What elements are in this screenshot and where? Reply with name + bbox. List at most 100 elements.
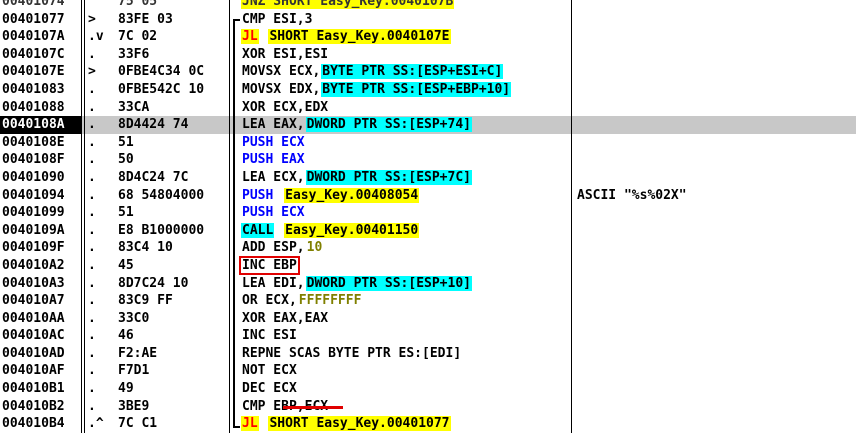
column-divider — [84, 362, 85, 381]
disasm-row[interactable]: 0040107C. 33F6 XOR ESI,ESI — [0, 45, 856, 64]
disasm-row[interactable]: 00401099. 51 PUSH ECX — [0, 204, 856, 222]
flow-marker: . — [88, 275, 104, 291]
instruction-segment: BYTE PTR SS:[ESP+EBP+10] — [321, 81, 512, 97]
column-divider — [84, 98, 85, 117]
disasm-row[interactable]: 00401094. 68 54804000 PUSH Easy_Key.00408… — [0, 186, 856, 205]
disasm-row[interactable]: 004010B2. 3BE9CMP EBP,ECX — [0, 397, 856, 416]
address-cell: 00401090 — [2, 169, 65, 185]
instruction-segment: CMP ESI,3 — [242, 11, 313, 27]
hex-dump-cell: 0FBE4C34 0C — [118, 64, 205, 80]
instruction-segment: SHORT Easy_Key.0040107E — [268, 29, 451, 45]
hex-dump-cell: 83FE 03 — [118, 11, 173, 27]
instruction-segment: PUSH — [242, 187, 274, 203]
disasm-row[interactable]: 00401083. 0FBE542C 10 MOVSX EDX, BYTE PTR … — [0, 80, 856, 99]
column-divider — [84, 309, 85, 328]
column-divider — [81, 116, 82, 134]
disasm-row[interactable]: 004010A3. 8D7C24 10 LEA EDI, DWORD PTR SS:… — [0, 274, 856, 293]
disasm-row[interactable]: 004010A7. 83C9 FF OR ECX, FFFFFFFF — [0, 292, 856, 310]
column-divider — [571, 10, 572, 29]
column-divider — [571, 397, 572, 416]
column-divider — [81, 256, 82, 275]
instruction-cell: LEA ECX, DWORD PTR SS:[ESP+7C] — [241, 169, 571, 187]
instruction-cell: LEA EAX, DWORD PTR SS:[ESP+74] — [241, 116, 571, 134]
column-divider — [81, 28, 82, 46]
disasm-row[interactable]: 004010B4 .^ 7C C1 JL SHORT Easy_Key.0040107… — [0, 415, 856, 433]
address-cell: 004010B1 — [2, 381, 65, 397]
column-divider — [229, 239, 230, 257]
disasm-row[interactable]: 004010AF. F7D1 NOT ECX — [0, 362, 856, 381]
disasm-row[interactable]: 00401090. 8D4C24 7C LEA ECX, DWORD PTR SS:… — [0, 168, 856, 187]
column-divider — [81, 327, 82, 345]
column-divider — [84, 221, 85, 240]
disasm-row[interactable]: 0040108F. 50 PUSH EAX — [0, 151, 856, 169]
disasm-row[interactable]: 0040109F. 83C4 10 ADD ESP, 10 — [0, 239, 856, 257]
flow-marker: .v — [88, 29, 104, 45]
instruction-segment: Easy_Key.00401150 — [284, 222, 420, 238]
column-divider — [571, 186, 572, 205]
address-cell: 0040109F — [2, 240, 65, 256]
column-divider — [571, 309, 572, 328]
address-cell: 0040107E — [2, 64, 65, 80]
hex-dump-cell: 68 54804000 — [118, 187, 205, 203]
column-divider — [229, 151, 230, 169]
disasm-row[interactable]: 004010A2. 45 INC EBP — [0, 255, 856, 275]
instruction-segment: FFFFFFFF — [298, 293, 362, 309]
column-divider — [571, 28, 572, 46]
instruction-cell: XOR ESI,ESI — [241, 46, 571, 64]
column-divider — [571, 0, 572, 11]
column-divider — [84, 186, 85, 205]
disasm-row[interactable]: 004010AC. 46 INC ESI — [0, 327, 856, 345]
column-divider — [229, 415, 230, 433]
column-divider — [84, 80, 85, 99]
column-divider — [229, 45, 230, 64]
flow-marker: . — [88, 310, 104, 326]
disasm-row[interactable]: 004010AD. F2:AE REPNE SCAS BYTE PTR ES:[E… — [0, 344, 856, 363]
disasm-row[interactable]: 00401074 75 05 JNZ SHORT Easy_Key.0040107… — [0, 0, 856, 11]
disasm-row[interactable]: 004010B1. 49 DEC ECX — [0, 380, 856, 398]
instruction-segment: ADD ESP, — [242, 240, 305, 256]
column-divider — [81, 151, 82, 169]
loop-bracket — [233, 19, 240, 429]
column-divider — [81, 98, 82, 117]
instruction-segment — [274, 223, 284, 238]
flow-marker: . — [88, 134, 104, 150]
column-divider — [84, 256, 85, 275]
flow-marker: . — [88, 257, 104, 273]
disasm-row[interactable]: 0040108E. 51 PUSH ECX — [0, 133, 856, 152]
instruction-cell: MOVSX ECX, BYTE PTR SS:[ESP+ESI+C] — [241, 63, 571, 81]
disassembly-view[interactable]: 00401074 75 05 JNZ SHORT Easy_Key.0040107… — [0, 0, 856, 433]
address-cell: 004010AD — [2, 345, 65, 361]
address-cell: 00401077 — [2, 11, 65, 27]
disasm-row[interactable]: 004010AA. 33C0 XOR EAX,EAX — [0, 309, 856, 328]
hex-dump-cell: 51 — [118, 205, 134, 221]
column-divider — [229, 292, 230, 310]
hex-dump-cell: 50 — [118, 152, 134, 168]
column-divider — [571, 327, 572, 345]
flow-marker: . — [88, 293, 104, 309]
hex-dump-cell: 83C9 FF — [118, 293, 173, 309]
hex-dump-cell: F2:AE — [118, 345, 158, 361]
column-divider — [81, 186, 82, 205]
column-divider — [571, 151, 572, 169]
hex-dump-cell: 0FBE542C 10 — [118, 81, 205, 97]
column-divider — [81, 10, 82, 29]
column-divider — [571, 344, 572, 363]
disasm-row[interactable]: 0040109A. E8 B1000000 CALL Easy_Key.00401… — [0, 221, 856, 240]
address-cell: 004010AA — [2, 310, 65, 326]
disasm-row[interactable]: 00401077 > 83FE 03 CMP ESI,3 — [0, 10, 856, 29]
column-divider — [81, 0, 82, 11]
column-divider — [84, 239, 85, 257]
flow-marker: . — [88, 381, 104, 397]
column-divider — [84, 45, 85, 64]
instruction-segment: XOR EAX,EAX — [242, 310, 329, 326]
column-divider — [81, 309, 82, 328]
disasm-row[interactable]: 0040107E > 0FBE4C34 0C MOVSX ECX, BYTE PTR … — [0, 63, 856, 81]
disasm-row[interactable]: 0040108A. 8D4424 74 LEA EAX, DWORD PTR SS:… — [0, 116, 856, 134]
disasm-row[interactable]: 0040107A .v 7C 02 JL SHORT Easy_Key.0040107… — [0, 28, 856, 46]
column-divider — [84, 133, 85, 152]
address-cell: 004010AF — [2, 363, 65, 379]
column-divider — [81, 133, 82, 152]
column-divider — [84, 151, 85, 169]
disasm-row[interactable]: 00401088. 33CA XOR ECX,EDX — [0, 98, 856, 117]
annotation-underline — [283, 406, 343, 409]
